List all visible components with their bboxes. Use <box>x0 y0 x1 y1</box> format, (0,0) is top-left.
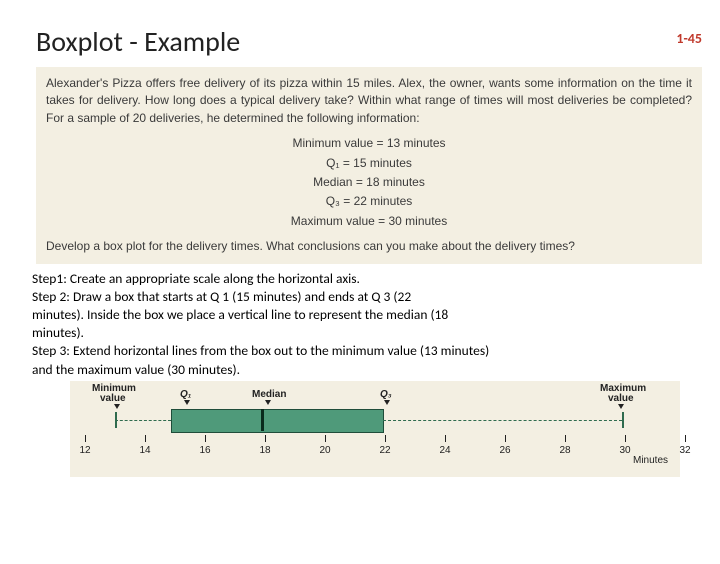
boxplot-plot <box>80 407 670 435</box>
problem-intro: Alexander's Pizza offers free delivery o… <box>46 75 692 127</box>
tick-20 <box>325 435 326 442</box>
axis-label-minutes: Minutes <box>633 455 668 466</box>
label-q1: Q₁ <box>180 389 191 400</box>
step-2a: Step 2: Draw a box that starts at Q 1 (1… <box>32 288 690 306</box>
arrow-q1-icon <box>184 400 190 405</box>
tick-26 <box>505 435 506 442</box>
problem-question: Develop a box plot for the delivery time… <box>46 238 692 255</box>
arrow-q3-icon <box>384 400 390 405</box>
stat-max: Maximum value = 30 minutes <box>46 213 692 230</box>
axis-14: 14 <box>139 445 150 456</box>
axis-numbers: 12 14 16 18 20 22 24 26 28 30 32 Minutes <box>80 445 670 459</box>
box <box>171 409 384 433</box>
median-line <box>261 409 264 431</box>
step-2b: minutes). Inside the box we place a vert… <box>32 306 690 324</box>
step-3a: Step 3: Extend horizontal lines from the… <box>32 342 690 360</box>
tick-16 <box>205 435 206 442</box>
steps-block: Step1: Create an appropriate scale along… <box>32 270 690 379</box>
label-median: Median <box>252 389 286 400</box>
tick-18 <box>265 435 266 442</box>
problem-statement: Alexander's Pizza offers free delivery o… <box>36 67 702 264</box>
axis-16: 16 <box>199 445 210 456</box>
axis-22: 22 <box>379 445 390 456</box>
tick-32 <box>685 435 686 442</box>
tick-24 <box>445 435 446 442</box>
axis-26: 26 <box>499 445 510 456</box>
label-q3: Q₃ <box>380 389 392 400</box>
axis-24: 24 <box>439 445 450 456</box>
top-labels: Minimum value Q₁ Median Q₃ Maximum value <box>80 385 670 407</box>
axis-20: 20 <box>319 445 330 456</box>
boxplot-figure: Minimum value Q₁ Median Q₃ Maximum value… <box>70 381 680 477</box>
tick-row <box>80 435 670 445</box>
axis-12: 12 <box>79 445 90 456</box>
stat-min: Minimum value = 13 minutes <box>46 135 692 152</box>
axis-32: 32 <box>679 445 690 456</box>
label-min-value: value <box>100 393 126 404</box>
step-3b: and the maximum value (30 minutes). <box>32 361 690 379</box>
whisker-left <box>115 420 171 421</box>
tick-14 <box>145 435 146 442</box>
whisker-cap-max <box>622 412 624 428</box>
stats-block: Minimum value = 13 minutes Q₁ = 15 minut… <box>46 135 692 230</box>
tick-28 <box>565 435 566 442</box>
page-number: 1-45 <box>676 30 702 47</box>
step-2c: minutes). <box>32 324 690 342</box>
stat-median: Median = 18 minutes <box>46 174 692 191</box>
axis-18: 18 <box>259 445 270 456</box>
step-1: Step1: Create an appropriate scale along… <box>32 270 690 288</box>
page-title: Boxplot - Example <box>36 24 720 59</box>
whisker-right <box>383 420 622 421</box>
stat-q3: Q₃ = 22 minutes <box>46 193 692 210</box>
label-max-value: value <box>608 393 634 404</box>
stat-q1: Q₁ = 15 minutes <box>46 155 692 172</box>
axis-28: 28 <box>559 445 570 456</box>
tick-12 <box>85 435 86 442</box>
axis-30: 30 <box>619 445 630 456</box>
tick-30 <box>625 435 626 442</box>
tick-22 <box>385 435 386 442</box>
arrow-median-icon <box>265 400 271 405</box>
